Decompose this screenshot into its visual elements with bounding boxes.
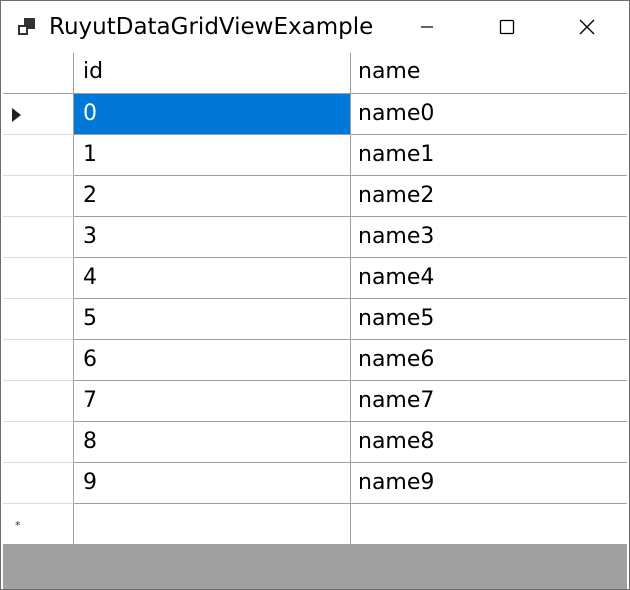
column-header-row: id name	[3, 53, 627, 94]
row-header[interactable]	[3, 135, 74, 176]
cell-id[interactable]: 1	[74, 135, 351, 176]
top-left-header-cell[interactable]	[3, 53, 74, 94]
table-row[interactable]: 4 name4	[3, 258, 627, 299]
data-grid[interactable]: id name 0 name0 1 name1 2 name2 3 name3	[3, 53, 627, 545]
table-row[interactable]: 9 name9	[3, 463, 627, 504]
window-title: RuyutDataGridViewExample	[49, 14, 374, 40]
column-header-id[interactable]: id	[74, 53, 351, 94]
cell-name[interactable]: name6	[351, 340, 627, 381]
cell-name[interactable]: name8	[351, 422, 627, 463]
minimize-icon	[421, 26, 433, 28]
maximize-icon	[499, 19, 515, 35]
current-row-arrow-icon	[12, 108, 21, 122]
row-header[interactable]	[3, 422, 74, 463]
new-row[interactable]: *	[3, 504, 627, 545]
row-header[interactable]	[3, 176, 74, 217]
cell-name[interactable]: name1	[351, 135, 627, 176]
new-row-asterisk-icon: *	[15, 519, 21, 532]
close-button[interactable]	[547, 1, 627, 53]
cell-id[interactable]: 6	[74, 340, 351, 381]
row-header[interactable]	[3, 94, 74, 135]
cell-name[interactable]: name3	[351, 217, 627, 258]
title-bar[interactable]: RuyutDataGridViewExample	[1, 1, 629, 53]
table-row[interactable]: 6 name6	[3, 340, 627, 381]
row-header[interactable]	[3, 299, 74, 340]
table-row[interactable]: 8 name8	[3, 422, 627, 463]
new-row-header[interactable]: *	[3, 504, 74, 545]
table-row[interactable]: 0 name0	[3, 94, 627, 135]
maximize-button[interactable]	[467, 1, 547, 53]
cell-name[interactable]: name5	[351, 299, 627, 340]
row-header[interactable]	[3, 463, 74, 504]
table-row[interactable]: 1 name1	[3, 135, 627, 176]
table-row[interactable]: 3 name3	[3, 217, 627, 258]
cell-id[interactable]: 2	[74, 176, 351, 217]
table-row[interactable]: 2 name2	[3, 176, 627, 217]
table-row[interactable]: 7 name7	[3, 381, 627, 422]
app-window: RuyutDataGridViewExample id name 0 name0…	[0, 0, 630, 590]
row-header[interactable]	[3, 217, 74, 258]
close-icon	[579, 19, 595, 35]
row-header[interactable]	[3, 258, 74, 299]
new-row-cell-id[interactable]	[74, 504, 351, 545]
cell-id[interactable]: 4	[74, 258, 351, 299]
cell-id[interactable]: 7	[74, 381, 351, 422]
column-header-name[interactable]: name	[351, 53, 627, 94]
cell-id[interactable]: 3	[74, 217, 351, 258]
app-window-icon	[18, 18, 35, 35]
cell-id[interactable]: 8	[74, 422, 351, 463]
grid-empty-background	[3, 544, 627, 589]
cell-name[interactable]: name9	[351, 463, 627, 504]
row-header[interactable]	[3, 381, 74, 422]
row-header[interactable]	[3, 340, 74, 381]
minimize-button[interactable]	[387, 1, 467, 53]
cell-name[interactable]: name4	[351, 258, 627, 299]
cell-id[interactable]: 5	[74, 299, 351, 340]
cell-id[interactable]: 9	[74, 463, 351, 504]
new-row-cell-name[interactable]	[351, 504, 627, 545]
cell-name[interactable]: name0	[351, 94, 627, 135]
cell-name[interactable]: name2	[351, 176, 627, 217]
cell-id[interactable]: 0	[74, 94, 351, 135]
cell-name[interactable]: name7	[351, 381, 627, 422]
table-row[interactable]: 5 name5	[3, 299, 627, 340]
